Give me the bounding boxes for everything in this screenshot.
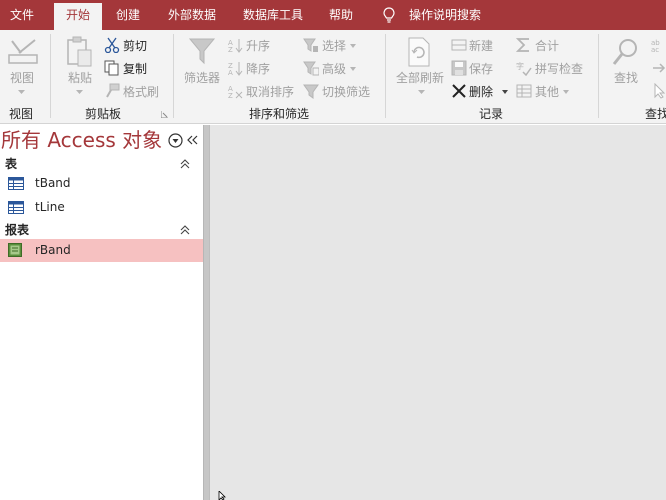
svg-text:Z: Z: [228, 46, 233, 53]
filter-icon: [188, 38, 216, 65]
replace-icon[interactable]: ab ac: [651, 37, 666, 53]
group-label-sort-filter: 排序和筛选: [249, 107, 310, 121]
ribbon-separator: [385, 34, 386, 118]
tab-help[interactable]: 帮助: [329, 0, 353, 30]
more-button[interactable]: 其他: [535, 84, 559, 100]
find-icon: [612, 39, 637, 65]
view-button[interactable]: 视图: [10, 70, 34, 86]
new-record-button[interactable]: 新建: [469, 38, 493, 54]
paste-icon: [67, 36, 92, 67]
nav-item-table[interactable]: tBand: [0, 172, 203, 195]
chevron-down-icon: [502, 90, 508, 94]
totals-button[interactable]: 合计: [535, 38, 559, 54]
select-icon[interactable]: [653, 83, 666, 99]
report-icon: [8, 243, 22, 257]
nav-item-label: rBand: [35, 243, 71, 257]
table-icon: [8, 201, 24, 214]
delete-record-button[interactable]: 删除: [469, 84, 493, 100]
navigation-pane: 所有 Access 对象 表 tBand tLine 报表 rBand: [0, 125, 203, 500]
chevron-down-icon: [350, 44, 356, 48]
nav-menu-dropdown-icon[interactable]: [168, 133, 183, 148]
advanced-filter-icon: [303, 61, 319, 76]
copy-icon: [104, 60, 119, 76]
delete-icon: [452, 84, 466, 98]
format-painter-icon: [106, 83, 120, 98]
filter-button[interactable]: 筛选器: [184, 70, 220, 86]
chevron-down-icon: [418, 90, 425, 94]
ribbon-tab-bar: 文件 开始 创建 外部数据 数据库工具 帮助 操作说明搜索: [0, 0, 666, 30]
tab-file[interactable]: 文件: [10, 0, 34, 30]
nav-group-label: 表: [5, 157, 18, 171]
chevron-up-icon: [180, 225, 190, 235]
find-button[interactable]: 查找: [614, 70, 638, 86]
svg-text:Z: Z: [228, 92, 233, 99]
refresh-all-icon: [408, 37, 430, 67]
chevron-down-icon: [350, 67, 356, 71]
save-record-button[interactable]: 保存: [469, 61, 493, 77]
ribbon-home: 视图 视图 粘贴 剪切 复制 格式刷 剪贴板 筛选器 A Z 升序 Z A 降序…: [0, 30, 666, 124]
save-icon: [451, 60, 467, 76]
selection-button[interactable]: 选择: [322, 38, 346, 54]
mouse-cursor-icon: [218, 491, 226, 500]
selection-filter-icon: [303, 38, 318, 52]
tab-external-data[interactable]: 外部数据: [168, 0, 216, 30]
view-icon: [8, 39, 38, 64]
group-label-views: 视图: [9, 107, 34, 121]
nav-item-label: tBand: [35, 176, 71, 190]
document-workspace: [209, 125, 666, 500]
chevron-up-icon: [180, 159, 190, 169]
toggle-filter-icon: [303, 84, 319, 99]
totals-icon: [516, 38, 529, 52]
chevron-down-icon: [18, 90, 25, 94]
nav-item-label: tLine: [35, 200, 65, 214]
sort-descending-button[interactable]: 降序: [246, 61, 270, 77]
paste-button[interactable]: 粘贴: [68, 70, 92, 86]
dialog-launcher-icon[interactable]: [161, 111, 168, 118]
new-record-icon: [451, 39, 467, 51]
remove-sort-icon: A Z: [228, 85, 243, 99]
tell-me-search[interactable]: 操作说明搜索: [409, 0, 481, 30]
go-to-icon[interactable]: [652, 61, 666, 75]
cut-button[interactable]: 剪切: [123, 38, 147, 54]
chevron-down-icon: [563, 90, 569, 94]
ribbon-separator: [50, 34, 51, 118]
table-icon: [8, 177, 24, 190]
group-label-find: 查找: [645, 107, 666, 121]
scissors-icon: [104, 37, 120, 53]
refresh-all-button[interactable]: 全部刷新: [396, 70, 444, 86]
advanced-button[interactable]: 高级: [322, 61, 346, 77]
collapse-pane-icon[interactable]: [187, 135, 199, 145]
copy-button[interactable]: 复制: [123, 61, 147, 77]
svg-text:字: 字: [516, 61, 524, 71]
sort-ascending-icon: A Z: [228, 39, 243, 53]
nav-group-reports[interactable]: 报表: [0, 219, 203, 241]
lightbulb-icon: [383, 7, 395, 23]
sort-ascending-button[interactable]: 升序: [246, 38, 270, 54]
tab-create[interactable]: 创建: [116, 0, 140, 30]
tab-database-tools[interactable]: 数据库工具: [243, 0, 303, 30]
spelling-button[interactable]: 拼写检查: [535, 61, 583, 77]
nav-item-table[interactable]: tLine: [0, 196, 203, 219]
nav-group-label: 报表: [5, 223, 30, 237]
format-painter-button[interactable]: 格式刷: [123, 84, 159, 100]
group-label-records: 记录: [479, 107, 504, 121]
more-icon: [516, 84, 532, 98]
group-label-clipboard: 剪贴板: [85, 107, 122, 121]
sort-descending-icon: Z A: [228, 62, 243, 76]
nav-pane-title[interactable]: 所有 Access 对象: [1, 127, 162, 153]
tab-home[interactable]: 开始: [54, 3, 102, 30]
nav-item-report[interactable]: rBand: [0, 239, 203, 262]
svg-text:ac: ac: [651, 46, 659, 53]
ribbon-separator: [173, 34, 174, 118]
remove-sort-button[interactable]: 取消排序: [246, 84, 294, 100]
toggle-filter-button[interactable]: 切换筛选: [322, 84, 370, 100]
ribbon-separator: [598, 34, 599, 118]
spelling-icon: 字: [516, 61, 532, 76]
chevron-down-icon: [76, 90, 83, 94]
svg-text:A: A: [228, 69, 233, 76]
